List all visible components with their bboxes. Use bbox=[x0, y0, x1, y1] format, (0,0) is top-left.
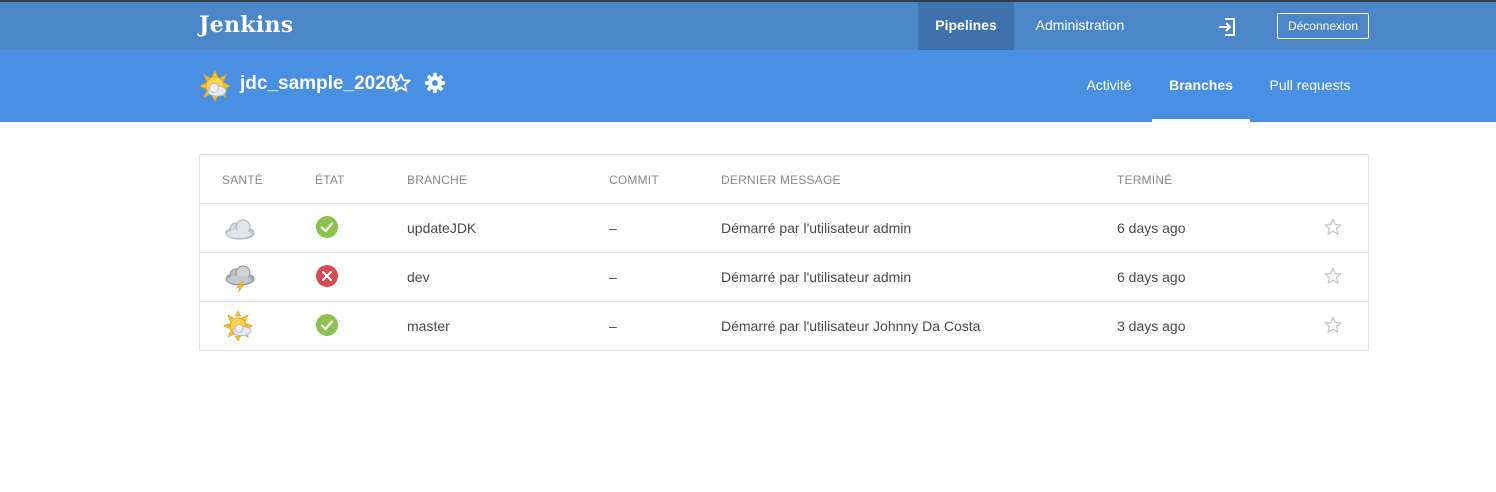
favorite-star-icon[interactable] bbox=[1323, 266, 1343, 286]
finished-time: 6 days ago bbox=[1117, 220, 1186, 236]
cloudy-icon bbox=[225, 219, 255, 240]
table-row[interactable]: updateJDK – Démarré par l'utilisateur ad… bbox=[200, 204, 1368, 253]
last-message: Démarré par l'utilisateur admin bbox=[721, 269, 912, 285]
finished-time: 3 days ago bbox=[1117, 318, 1186, 334]
branch-name: master bbox=[407, 318, 450, 334]
nav-pipelines[interactable]: Pipelines bbox=[918, 2, 1014, 50]
sign-in-icon[interactable] bbox=[1216, 16, 1238, 38]
success-check-icon bbox=[316, 314, 338, 336]
header-finished: TERMINÉ bbox=[1117, 173, 1173, 187]
header-health: SANTÉ bbox=[222, 173, 264, 187]
last-message: Démarré par l'utilisateur Johnny Da Cost… bbox=[721, 318, 981, 334]
table-header: SANTÉ ÉTAT BRANCHE COMMIT DERNIER MESSAG… bbox=[200, 155, 1368, 204]
finished-time: 6 days ago bbox=[1117, 269, 1186, 285]
branch-name: updateJDK bbox=[407, 220, 477, 236]
favorite-star-icon[interactable] bbox=[390, 72, 412, 94]
top-bar: Jenkins Pipelines Administration Déconne… bbox=[0, 0, 1496, 50]
sunny-weather-icon bbox=[199, 70, 231, 102]
success-check-icon bbox=[316, 216, 338, 238]
jenkins-logo[interactable]: Jenkins bbox=[199, 12, 293, 38]
last-message: Démarré par l'utilisateur admin bbox=[721, 220, 912, 236]
pipeline-header: jdc_sample_2020 Activité Branches Pull r… bbox=[0, 50, 1496, 122]
header-commit: COMMIT bbox=[609, 173, 659, 187]
storm-icon bbox=[225, 265, 255, 292]
table-row[interactable]: master – Démarré par l'utilisateur Johnn… bbox=[200, 302, 1368, 351]
failure-x-icon bbox=[316, 265, 338, 287]
header-status: ÉTAT bbox=[315, 173, 345, 187]
favorite-star-icon[interactable] bbox=[1323, 217, 1343, 237]
nav-administration[interactable]: Administration bbox=[1014, 2, 1146, 50]
favorite-star-icon[interactable] bbox=[1323, 315, 1343, 335]
commit-id: – bbox=[609, 318, 617, 334]
branch-name: dev bbox=[407, 269, 430, 285]
logout-button[interactable]: Déconnexion bbox=[1277, 13, 1369, 39]
pipeline-name[interactable]: jdc_sample_2020 bbox=[240, 73, 396, 95]
branches-table: SANTÉ ÉTAT BRANCHE COMMIT DERNIER MESSAG… bbox=[199, 154, 1369, 351]
header-branch: BRANCHE bbox=[407, 173, 468, 187]
commit-id: – bbox=[609, 269, 617, 285]
tab-branches[interactable]: Branches bbox=[1152, 50, 1250, 122]
tab-activity[interactable]: Activité bbox=[1068, 50, 1150, 122]
header-last-message: DERNIER MESSAGE bbox=[721, 173, 841, 187]
gear-icon[interactable] bbox=[424, 72, 446, 94]
tab-pull-requests[interactable]: Pull requests bbox=[1252, 50, 1368, 122]
commit-id: – bbox=[609, 220, 617, 236]
table-row[interactable]: dev – Démarré par l'utilisateur admin 6 … bbox=[200, 253, 1368, 302]
sunny-icon bbox=[223, 311, 253, 341]
